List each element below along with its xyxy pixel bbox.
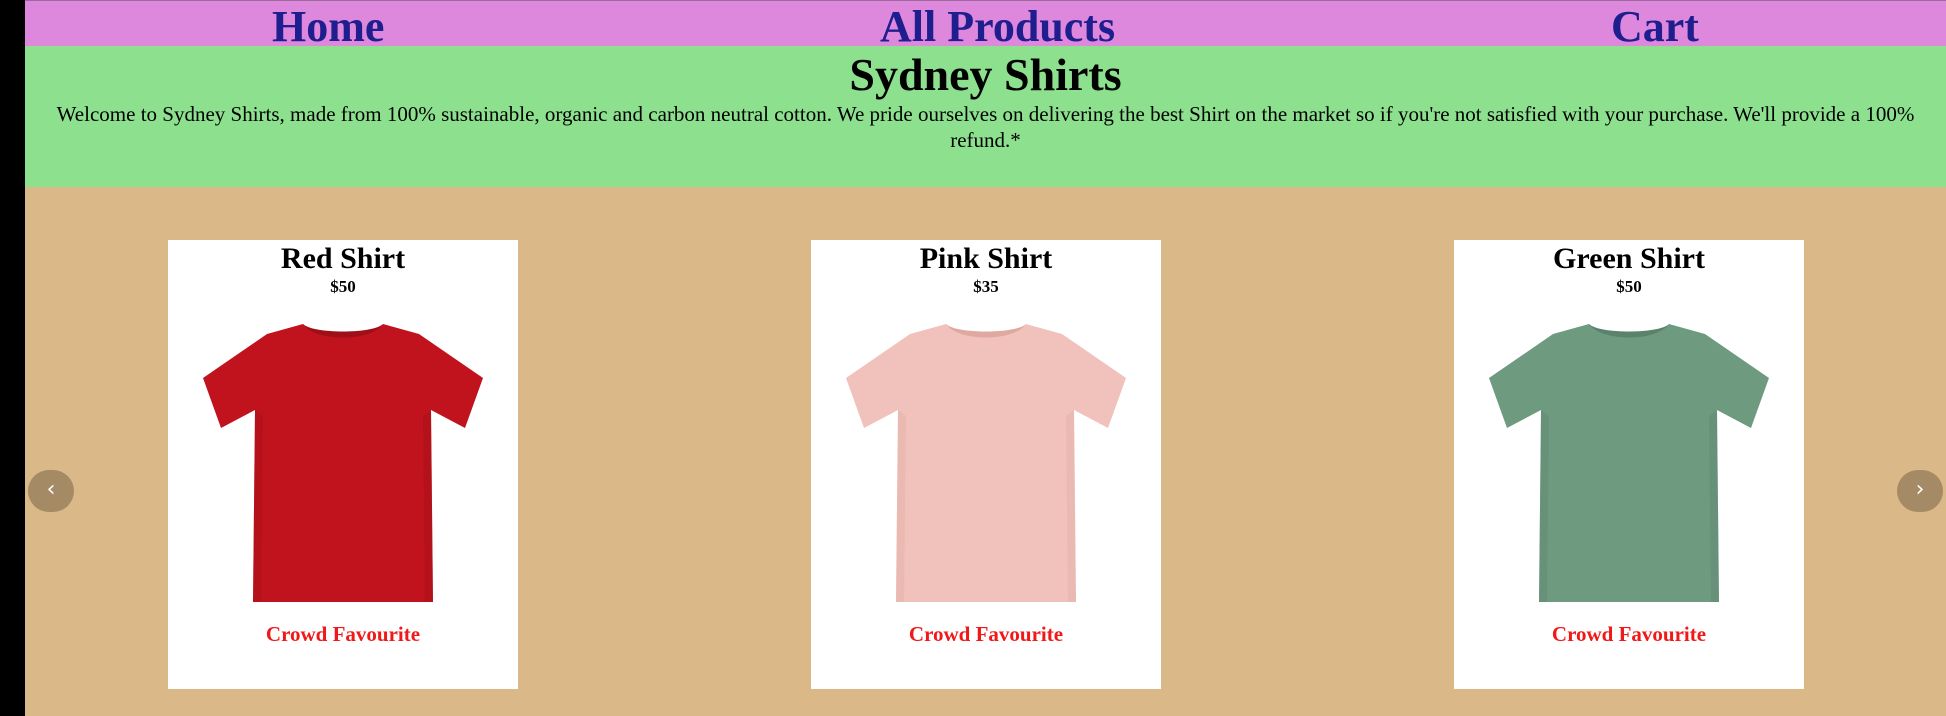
product-name: Pink Shirt bbox=[919, 242, 1053, 275]
page: Home All Products Cart Sydney Shirts Wel… bbox=[25, 0, 1946, 716]
crowd-favourite-badge: Crowd Favourite bbox=[908, 622, 1064, 646]
product-card[interactable]: Green Shirt $50 Crowd Favourite bbox=[1454, 240, 1804, 689]
product-card[interactable]: Pink Shirt $35 Crowd Favourite bbox=[811, 240, 1161, 689]
shirt-image bbox=[203, 324, 483, 602]
carousel-next-button[interactable]: › bbox=[1897, 470, 1943, 512]
chevron-right-icon: › bbox=[1915, 477, 1925, 502]
carousel-prev-button[interactable]: ‹ bbox=[28, 470, 74, 512]
product-name: Green Shirt bbox=[1553, 242, 1705, 275]
page-title: Sydney Shirts bbox=[849, 49, 1122, 100]
shirt-image bbox=[1489, 324, 1769, 602]
chevron-left-icon: ‹ bbox=[46, 477, 56, 502]
product-price: $50 bbox=[330, 277, 356, 296]
product-carousel: ‹ Red Shirt $50 Crowd Favourite Pink Shi… bbox=[25, 187, 1946, 716]
crowd-favourite-badge: Crowd Favourite bbox=[265, 622, 421, 646]
nav-home-link[interactable]: Home bbox=[272, 1, 384, 51]
product-name: Red Shirt bbox=[280, 242, 406, 275]
product-price: $50 bbox=[1616, 277, 1642, 296]
product-price: $35 bbox=[973, 277, 999, 296]
crowd-favourite-badge: Crowd Favourite bbox=[1551, 622, 1707, 646]
welcome-text: Welcome to Sydney Shirts, made from 100%… bbox=[56, 102, 1915, 152]
welcome-banner: Sydney Shirts Welcome to Sydney Shirts, … bbox=[25, 46, 1946, 187]
nav-all-products-link[interactable]: All Products bbox=[880, 1, 1115, 51]
product-card[interactable]: Red Shirt $50 Crowd Favourite bbox=[168, 240, 518, 689]
nav-cart-link[interactable]: Cart bbox=[1611, 1, 1699, 51]
navbar: Home All Products Cart bbox=[25, 0, 1946, 51]
shirt-image bbox=[846, 324, 1126, 602]
